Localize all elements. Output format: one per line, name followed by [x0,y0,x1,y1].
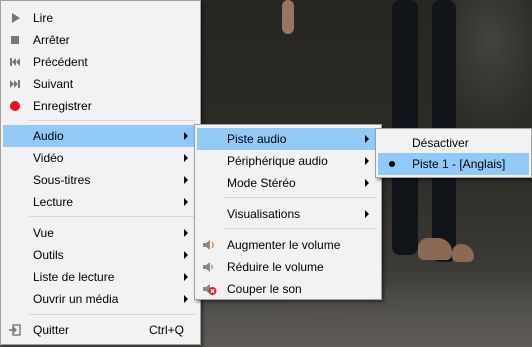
volume-down-icon [201,259,217,275]
menu-item-label: Suivant [33,77,74,91]
menu-item-label: Enregistrer [33,99,92,113]
menu-item-shortcut: Ctrl+Q [148,323,184,337]
menu-item-label: Quitter [33,323,70,337]
video-figure-foot [452,244,474,262]
menu-separator [29,314,196,315]
menu-item-label: Vue [33,226,54,240]
menu-item-label: Outils [33,248,64,262]
menu-item-label: Ouvrir un média [33,292,119,306]
menu-item-label: Désactiver [412,136,469,150]
menu-item-audio-device[interactable]: Périphérique audio [197,150,379,172]
menu-item-volume-down[interactable]: Réduire le volume [197,256,379,278]
submenu-arrow-icon [184,132,188,140]
menu-item-stereo-mode[interactable]: Mode Stéréo [197,172,379,194]
submenu-arrow-icon [184,229,188,237]
submenu-arrow-icon [184,198,188,206]
menu-item-label: Vidéo [33,151,64,165]
menu-item-record[interactable]: Enregistrer [3,95,198,117]
menu-item-tools[interactable]: Outils [3,244,198,266]
menu-item-visualizations[interactable]: Visualisations [197,203,379,225]
previous-icon [7,54,23,70]
menu-item-playlist[interactable]: Liste de lecture [3,266,198,288]
menu-item-label: Liste de lecture [33,270,115,284]
menu-item-quit[interactable]: Quitter Ctrl+Q [3,319,198,341]
submenu-arrow-icon [365,135,369,143]
menu-item-subtitles[interactable]: Sous-titres [3,169,198,191]
volume-up-icon [201,237,217,253]
audio-track-submenu: Désactiver Piste 1 - [Anglais] [375,128,532,178]
menu-item-label: Lecture [33,195,74,209]
menu-item-label: Augmenter le volume [227,238,341,252]
menu-item-label: Périphérique audio [227,154,328,168]
menu-item-play[interactable]: Lire [3,7,198,29]
menu-separator [223,228,377,229]
submenu-arrow-icon [365,157,369,165]
exit-icon [7,322,23,338]
video-figure-foot [418,238,452,260]
play-icon [7,10,23,26]
submenu-arrow-icon [184,273,188,281]
menu-item-label: Visualisations [227,207,301,221]
mute-icon [201,281,217,297]
radio-selected-icon [384,156,400,172]
submenu-arrow-icon [365,179,369,187]
menu-item-mute[interactable]: Couper le son [197,278,379,300]
menu-item-video[interactable]: Vidéo [3,147,198,169]
menu-item-label: Audio [33,129,64,143]
menu-item-label: Lire [33,11,54,25]
menu-separator [29,120,196,121]
submenu-arrow-icon [365,210,369,218]
record-icon [7,98,23,114]
menu-item-previous[interactable]: Précédent [3,51,198,73]
menu-item-label: Arrêter [33,33,70,47]
submenu-arrow-icon [184,251,188,259]
menu-item-open-media[interactable]: Ouvrir un média [3,288,198,310]
menu-item-label: Piste audio [227,132,287,146]
menu-item-label: Réduire le volume [227,260,324,274]
menu-separator [223,197,377,198]
video-figure-arm [282,0,294,34]
menu-item-label: Couper le son [227,282,302,296]
stop-icon [7,32,23,48]
submenu-arrow-icon [184,176,188,184]
menu-item-track-1[interactable]: Piste 1 - [Anglais] [378,153,529,175]
menu-item-label: Précédent [33,55,88,69]
audio-submenu: Piste audio Périphérique audio Mode Stér… [194,124,382,300]
menu-item-audio[interactable]: Audio [3,125,198,147]
menu-item-playback[interactable]: Lecture [3,191,198,213]
menu-item-view[interactable]: Vue [3,222,198,244]
menu-separator [29,216,196,217]
menu-item-next[interactable]: Suivant [3,73,198,95]
menu-item-volume-up[interactable]: Augmenter le volume [197,234,379,256]
menu-item-label: Mode Stéréo [227,176,296,190]
main-context-menu: Lire Arrêter Précédent Suivant Enregistr… [0,0,201,345]
menu-item-disable-track[interactable]: Désactiver [378,132,529,154]
menu-item-stop[interactable]: Arrêter [3,29,198,51]
submenu-arrow-icon [184,154,188,162]
menu-item-label: Sous-titres [33,173,91,187]
menu-item-label: Piste 1 - [Anglais] [412,157,506,171]
menu-item-audio-track[interactable]: Piste audio [197,128,379,150]
submenu-arrow-icon [184,295,188,303]
next-icon [7,76,23,92]
